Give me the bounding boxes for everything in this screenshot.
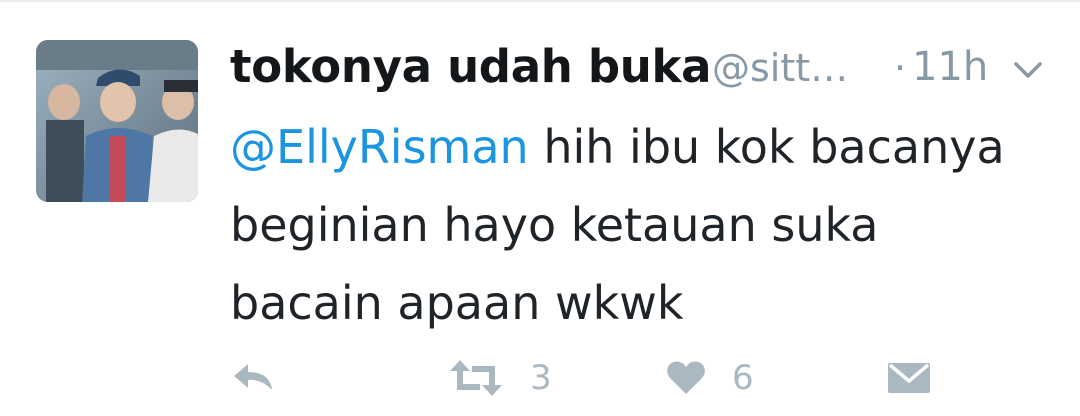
- timestamp[interactable]: 11h: [912, 44, 988, 90]
- envelope-icon: [888, 363, 930, 393]
- tweet-line-1: @EllyRisman hih ibu kok bacanya: [230, 108, 1060, 186]
- like-button[interactable]: 6: [666, 350, 754, 406]
- user-handle[interactable]: @sitt…: [712, 46, 848, 90]
- tweet-line-1-text: hih ibu kok bacanya: [528, 120, 1005, 174]
- retweet-icon: [450, 360, 502, 396]
- retweet-count: 3: [530, 358, 552, 398]
- tweet-line-2: beginian hayo ketauan suka: [230, 198, 879, 252]
- tweet-line-3: bacain apaan wkwk: [230, 276, 684, 330]
- heart-icon: [667, 361, 705, 394]
- display-name[interactable]: tokonya udah buka: [230, 40, 712, 93]
- reply-button[interactable]: [230, 350, 276, 406]
- retweet-button[interactable]: 3: [448, 350, 552, 406]
- tweet-actions: 3 6: [0, 350, 1080, 406]
- chevron-down-icon[interactable]: [1012, 58, 1044, 82]
- top-divider: [0, 0, 1080, 2]
- tweet-header: tokonya udah buka @sitt… · 11h: [230, 38, 1050, 98]
- avatar[interactable]: [36, 40, 198, 202]
- separator-dot: ·: [894, 46, 907, 90]
- like-count: 6: [732, 358, 754, 398]
- tweet-text: @EllyRisman hih ibu kok bacanya beginian…: [230, 108, 1060, 342]
- direct-message-button[interactable]: [886, 350, 932, 406]
- reply-icon: [234, 364, 272, 390]
- mention-link[interactable]: @EllyRisman: [230, 120, 529, 174]
